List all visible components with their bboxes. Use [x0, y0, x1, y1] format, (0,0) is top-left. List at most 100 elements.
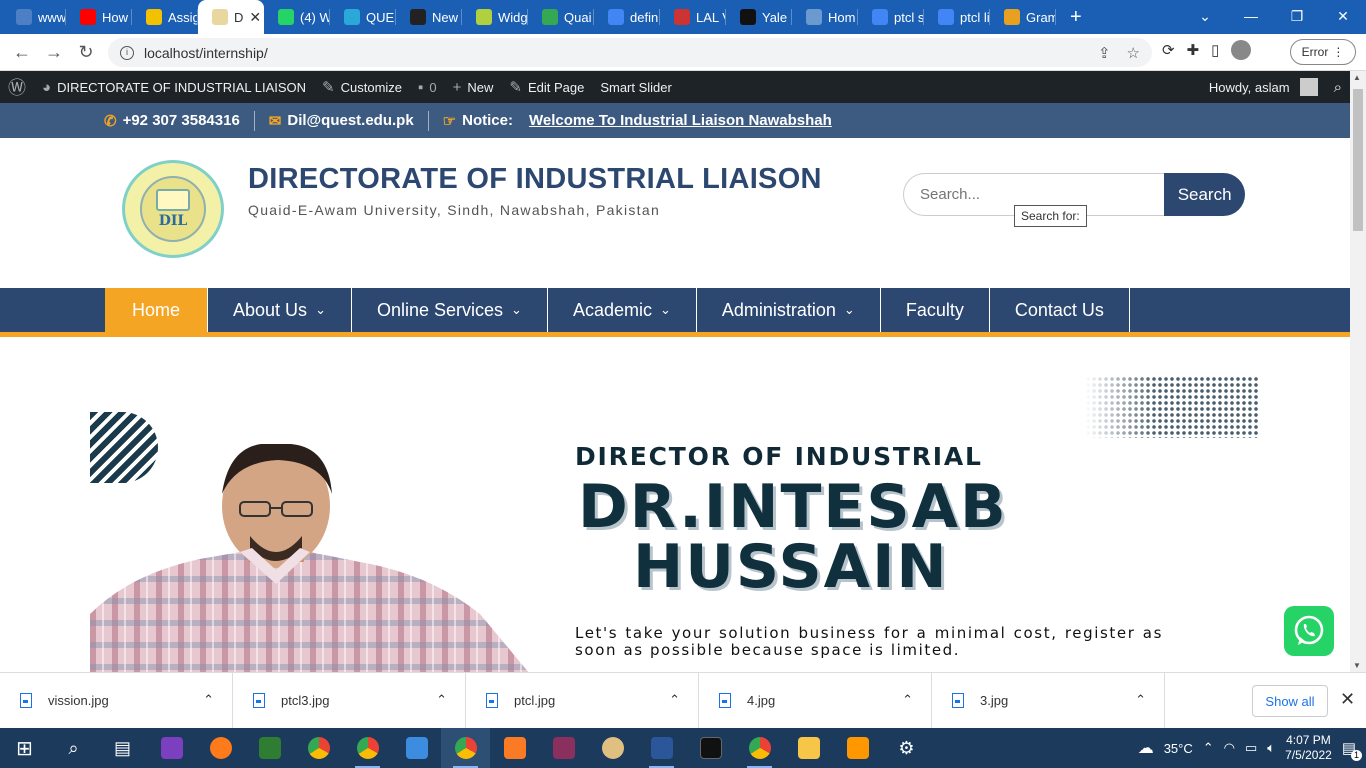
scroll-down-icon[interactable]: ▼ [1353, 661, 1361, 670]
extensions-icon[interactable]: ✚ [1187, 41, 1200, 59]
restore-button[interactable]: ❐ [1274, 0, 1320, 34]
chrome-active-icon[interactable] [441, 728, 490, 768]
start-button[interactable]: ⊞ [0, 728, 49, 768]
tray-chevron-icon[interactable]: ⌃ [1203, 740, 1214, 756]
browser-tab[interactable]: D ✕ [198, 0, 264, 34]
control-panel-icon[interactable] [392, 728, 441, 768]
paint-icon[interactable] [588, 728, 637, 768]
excel-tool-icon[interactable] [245, 728, 294, 768]
scrollbar-thumb[interactable] [1353, 89, 1363, 231]
browser-tab[interactable]: defin [594, 0, 660, 34]
wp-comments[interactable]: ▪ 0 [410, 71, 445, 103]
xampp-icon[interactable] [490, 728, 539, 768]
notice-link[interactable]: Welcome To Industrial Liaison Nawabshah [529, 112, 832, 129]
chevron-up-icon[interactable]: ⌃ [436, 692, 447, 708]
wp-edit-page[interactable]: ✎ Edit Page [501, 71, 592, 103]
task-view-icon[interactable]: ▤ [98, 728, 147, 768]
nav-item[interactable]: Online Services ⌄ [352, 288, 548, 332]
share-icon[interactable]: ⇪ [1098, 44, 1111, 62]
download-item[interactable]: ptcl.jpg ⌃ [466, 672, 699, 729]
new-tab-button[interactable]: + [1070, 6, 1100, 29]
chrome-icon[interactable] [294, 728, 343, 768]
close-downloads-icon[interactable]: ✕ [1340, 689, 1355, 710]
site-title[interactable]: DIRECTORATE OF INDUSTRIAL LIAISON [248, 163, 822, 196]
taskbar-search-icon[interactable]: ⌕ [49, 728, 98, 768]
wp-customize[interactable]: ✎ Customize [314, 71, 410, 103]
chevron-up-icon[interactable]: ⌃ [902, 692, 913, 708]
url-omnibox[interactable]: i localhost/internship/ ⇪ ☆ [108, 38, 1152, 67]
terminal-icon[interactable] [686, 728, 735, 768]
forward-button[interactable]: → [38, 42, 70, 63]
wp-search-icon[interactable]: ⌕ [1334, 79, 1342, 96]
error-button[interactable]: Error ⋮ [1290, 39, 1356, 65]
word-icon[interactable] [637, 728, 686, 768]
minimize-button[interactable]: — [1228, 0, 1274, 34]
notification-icon[interactable]: ▤ 1 [1342, 739, 1362, 761]
winrar-icon[interactable] [539, 728, 588, 768]
chrome-second-icon[interactable] [735, 728, 784, 768]
profile-avatar[interactable] [1231, 40, 1252, 60]
wp-howdy[interactable]: Howdy, aslam [1209, 80, 1290, 95]
chevron-up-icon[interactable]: ⌃ [203, 692, 214, 708]
browser-tab[interactable]: Gram [990, 0, 1056, 34]
show-all-downloads-button[interactable]: Show all [1252, 685, 1328, 717]
nav-item[interactable]: Home [105, 288, 209, 332]
side-panel-icon[interactable]: ▯ [1211, 41, 1219, 59]
user-avatar[interactable] [1299, 78, 1318, 96]
firefox-icon[interactable] [196, 728, 245, 768]
settings-gear-icon[interactable]: ⚙ [882, 728, 931, 768]
chevron-up-icon[interactable]: ⌃ [669, 692, 680, 708]
wp-new[interactable]: + New [445, 71, 502, 103]
nav-item[interactable]: Faculty [881, 288, 990, 332]
battery-icon[interactable]: ▭ [1245, 740, 1257, 756]
browser-tab[interactable]: How [66, 0, 132, 34]
browser-tab[interactable]: QUES [330, 0, 396, 34]
download-item[interactable]: vission.jpg ⌃ [0, 672, 233, 729]
bookmark-star-icon[interactable]: ☆ [1127, 44, 1140, 62]
browser-tab[interactable]: ptcl li [924, 0, 990, 34]
nav-item[interactable]: Administration ⌄ [697, 288, 881, 332]
tab-search-icon[interactable]: ⌄ [1182, 0, 1228, 34]
site-logo[interactable]: DIL [122, 160, 224, 258]
wp-site-name[interactable]: ◕ DIRECTORATE OF INDUSTRIAL LIAISON [34, 71, 314, 103]
scroll-up-icon[interactable]: ▲ [1353, 73, 1361, 82]
clock[interactable]: 4:07 PM 7/5/2022 [1285, 733, 1332, 763]
wp-logo-menu[interactable]: Ⓦ [0, 71, 34, 103]
file-explorer-icon[interactable] [784, 728, 833, 768]
back-button[interactable]: ← [6, 42, 38, 63]
download-item[interactable]: ptcl3.jpg ⌃ [233, 672, 466, 729]
wp-smart-slider[interactable]: Smart Slider [592, 71, 680, 103]
visual-studio-icon[interactable] [147, 728, 196, 768]
browser-tab[interactable]: (4) W [264, 0, 330, 34]
download-item[interactable]: 4.jpg ⌃ [699, 672, 932, 729]
top-info-bar: ✆ +92 307 3584316 ✉ Dil@quest.edu.pk ☞ Noti… [0, 103, 1350, 138]
nav-item[interactable]: Contact Us [990, 288, 1130, 332]
weather-temp[interactable]: 35°C [1164, 741, 1193, 756]
browser-tab[interactable]: Quai [528, 0, 594, 34]
wifi-icon[interactable]: ◠ [1224, 740, 1235, 756]
weather-cloud-icon[interactable]: ☁ [1138, 738, 1154, 758]
chrome-profile-icon[interactable] [343, 728, 392, 768]
search-button[interactable]: Search [1164, 173, 1245, 216]
browser-tab[interactable]: ptcl s [858, 0, 924, 34]
browser-tab[interactable]: Hom [792, 0, 858, 34]
nav-item[interactable]: Academic ⌄ [548, 288, 697, 332]
close-tab-icon[interactable]: ✕ [249, 9, 261, 26]
browser-tab[interactable]: Assig [132, 0, 198, 34]
sublime-text-icon[interactable] [833, 728, 882, 768]
reload-button[interactable]: ↻ [70, 42, 102, 63]
close-window-button[interactable]: ✕ [1320, 0, 1366, 34]
page-scrollbar[interactable]: ▲ ▼ [1350, 71, 1366, 672]
download-item[interactable]: 3.jpg ⌃ [932, 672, 1165, 729]
sync-icon[interactable]: ⟳ [1162, 41, 1175, 59]
nav-item[interactable]: About Us ⌄ [208, 288, 352, 332]
volume-icon[interactable]: 🔈︎ [1267, 740, 1275, 756]
chevron-up-icon[interactable]: ⌃ [1135, 692, 1146, 708]
browser-tab[interactable]: www [0, 0, 66, 34]
browser-tab[interactable]: Widg [462, 0, 528, 34]
browser-tab[interactable]: Yale S [726, 0, 792, 34]
whatsapp-chat-button[interactable] [1284, 606, 1334, 656]
browser-tab[interactable]: LAL V [660, 0, 726, 34]
browser-tab[interactable]: New [396, 0, 462, 34]
site-info-icon[interactable]: i [120, 45, 134, 60]
